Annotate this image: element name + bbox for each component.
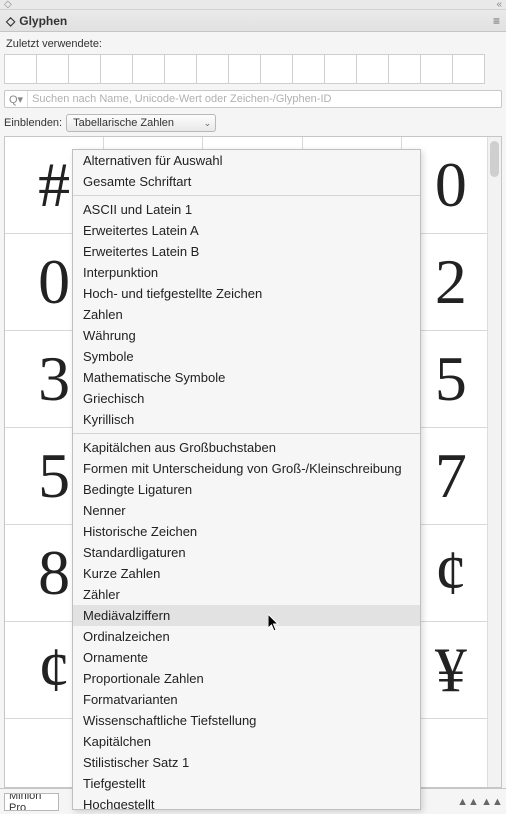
menu-item[interactable]: Nenner xyxy=(73,500,420,521)
recent-glyph-cell[interactable] xyxy=(260,54,293,84)
recent-glyph-cell[interactable] xyxy=(68,54,101,84)
menu-item[interactable]: Interpunktion xyxy=(73,262,420,283)
glyphs-panel: ◇ « ◇ Glyphen ≡ Zuletzt verwendete: Q▾ E… xyxy=(0,0,506,814)
panel-drag-bar[interactable]: ◇ « xyxy=(0,0,506,10)
recent-glyph-cell[interactable] xyxy=(292,54,325,84)
recent-label: Zuletzt verwendete: xyxy=(0,32,506,54)
category-dropdown[interactable]: Tabellarische Zahlen ⌄ xyxy=(66,114,216,132)
menu-item[interactable]: Formatvarianten xyxy=(73,689,420,710)
panel-menu-icon[interactable]: ≡ xyxy=(493,14,500,28)
recent-glyph-cell[interactable] xyxy=(4,54,37,84)
menu-item[interactable]: Hoch- und tiefgestellte Zeichen xyxy=(73,283,420,304)
menu-item[interactable]: Tiefgestellt xyxy=(73,773,420,794)
menu-item[interactable]: Mediävalziffern xyxy=(73,605,420,626)
menu-item[interactable]: Kyrillisch xyxy=(73,409,420,430)
recent-glyph-cell[interactable] xyxy=(100,54,133,84)
category-selected: Tabellarische Zahlen xyxy=(73,117,174,129)
menu-item[interactable]: Zähler xyxy=(73,584,420,605)
scrollbar-thumb[interactable] xyxy=(490,141,499,177)
zoom-in-icon[interactable]: ▲▲ xyxy=(482,794,502,810)
menu-item[interactable]: Zahlen xyxy=(73,304,420,325)
menu-item[interactable]: Symbole xyxy=(73,346,420,367)
menu-item[interactable]: Bedingte Ligaturen xyxy=(73,479,420,500)
menu-separator xyxy=(73,195,420,196)
search-icon[interactable]: Q▾ xyxy=(5,91,28,107)
recent-glyph-cell[interactable] xyxy=(452,54,485,84)
recent-glyph-cell[interactable] xyxy=(196,54,229,84)
panel-title[interactable]: Glyphen xyxy=(19,14,67,28)
menu-separator xyxy=(73,433,420,434)
menu-item[interactable]: Stilistischer Satz 1 xyxy=(73,752,420,773)
menu-item[interactable]: ASCII und Latein 1 xyxy=(73,199,420,220)
zoom-out-icon[interactable]: ▲▲ xyxy=(458,794,478,810)
recent-glyph-cell[interactable] xyxy=(36,54,69,84)
recent-glyphs xyxy=(0,54,506,88)
chevron-down-icon: ⌄ xyxy=(204,118,212,129)
menu-item[interactable]: Kurze Zahlen xyxy=(73,563,420,584)
search-input[interactable] xyxy=(28,91,501,107)
menu-item[interactable]: Historische Zeichen xyxy=(73,521,420,542)
search-bar[interactable]: Q▾ xyxy=(4,90,502,108)
tab-icon: ◇ xyxy=(6,14,15,28)
recent-glyph-cell[interactable] xyxy=(164,54,197,84)
menu-item[interactable]: Erweitertes Latein B xyxy=(73,241,420,262)
font-name-field[interactable]: Minion Pro xyxy=(4,793,59,811)
menu-item[interactable]: Standardligaturen xyxy=(73,542,420,563)
recent-glyph-cell[interactable] xyxy=(324,54,357,84)
collapse-icon[interactable]: « xyxy=(496,0,502,10)
menu-item[interactable]: Hochgestellt xyxy=(73,794,420,810)
filter-row: Einblenden: Tabellarische Zahlen ⌄ xyxy=(0,114,506,136)
menu-item[interactable]: Griechisch xyxy=(73,388,420,409)
filter-label: Einblenden: xyxy=(4,117,62,129)
menu-item[interactable]: Kapitälchen aus Großbuchstaben xyxy=(73,437,420,458)
menu-item[interactable]: Kapitälchen xyxy=(73,731,420,752)
menu-item[interactable]: Erweitertes Latein A xyxy=(73,220,420,241)
menu-item[interactable]: Währung xyxy=(73,325,420,346)
recent-glyph-cell[interactable] xyxy=(388,54,421,84)
menu-item[interactable]: Ornamente xyxy=(73,647,420,668)
recent-glyph-cell[interactable] xyxy=(132,54,165,84)
category-context-menu[interactable]: Alternativen für AuswahlGesamte Schrifta… xyxy=(72,149,421,810)
menu-item[interactable]: Ordinalzeichen xyxy=(73,626,420,647)
recent-glyph-cell[interactable] xyxy=(228,54,261,84)
expand-icon[interactable]: ◇ xyxy=(4,0,12,10)
menu-item[interactable]: Alternativen für Auswahl xyxy=(73,150,420,171)
menu-item[interactable]: Gesamte Schriftart xyxy=(73,171,420,192)
menu-item[interactable]: Formen mit Unterscheidung von Groß-/Klei… xyxy=(73,458,420,479)
menu-item[interactable]: Proportionale Zahlen xyxy=(73,668,420,689)
scrollbar[interactable] xyxy=(487,137,501,787)
menu-item[interactable]: Mathematische Symbole xyxy=(73,367,420,388)
recent-glyph-cell[interactable] xyxy=(356,54,389,84)
menu-item[interactable]: Wissenschaftliche Tiefstellung xyxy=(73,710,420,731)
tab-bar: ◇ Glyphen ≡ xyxy=(0,10,506,32)
recent-glyph-cell[interactable] xyxy=(420,54,453,84)
